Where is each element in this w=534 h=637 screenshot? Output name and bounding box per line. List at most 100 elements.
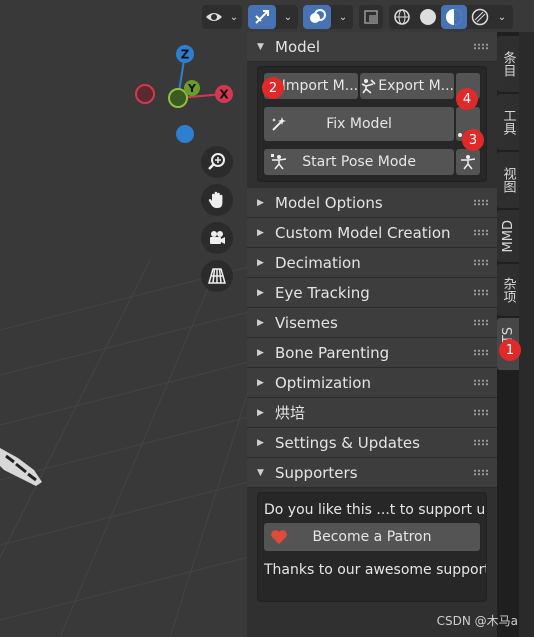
gizmo-toggle-icon[interactable] [248,5,276,29]
cats-sidebar-panel: ▼ Model Import M... Export M... Fix Mode… [247,32,497,637]
tab-misc[interactable]: 杂项 [497,264,519,316]
supporters-box: Do you like this ...t to support us? Bec… [257,492,487,602]
support-question-text: Do you like this ...t to support us? [264,502,487,518]
pose-options-button[interactable] [456,149,480,175]
export-figure-icon [360,77,378,95]
export-model-label: Export M... [378,78,455,94]
export-model-button[interactable]: Export M... [360,73,455,99]
tab-item[interactable]: 条目 [497,36,519,92]
material-shading-icon[interactable] [441,5,467,29]
collapsed-triangle-icon: ▶ [257,317,264,328]
sidebar-edge [519,32,534,637]
panel-header-section[interactable]: ▶ Decimation [247,248,497,278]
panel-header-supporters[interactable]: ▼ Supporters [247,458,497,488]
overlay-toggle-group[interactable]: ⌄ [303,5,353,29]
chevron-down-icon[interactable]: ⌄ [280,5,296,29]
svg-text:X: X [219,88,229,102]
panel-title: Settings & Updates [275,433,420,452]
collapsed-triangle-icon: ▶ [257,377,264,388]
import-model-label: Import M... [281,78,359,94]
drag-handle-icon[interactable] [473,409,489,416]
chevron-down-icon[interactable]: ⌄ [493,5,511,29]
drag-handle-icon[interactable] [473,319,489,326]
magic-wand-icon [270,115,288,133]
neg-y-axis-icon[interactable] [168,88,188,108]
panel-header-section[interactable]: ▶ Settings & Updates [247,428,497,458]
tab-mmd[interactable]: MMD [497,210,519,262]
ortho-toggle-button[interactable] [201,260,233,292]
model-fragment [0,448,42,486]
grid-perspective-icon [208,268,226,284]
panel-header-section[interactable]: ▶ Optimization [247,368,497,398]
panel-header-section[interactable]: ▶ Model Options [247,188,497,218]
panel-header-section[interactable]: ▶ Custom Model Creation [247,218,497,248]
neg-x-axis-icon[interactable] [135,84,155,104]
drag-handle-icon[interactable] [473,199,489,206]
panel-title: Custom Model Creation [275,223,451,242]
become-patron-button[interactable]: Become a Patron [264,523,480,551]
solid-shading-icon[interactable] [415,5,441,29]
camera-icon [210,231,225,244]
zoom-button[interactable] [201,146,233,178]
neg-z-axis-icon[interactable] [176,125,194,143]
collapsed-triangle-icon: ▶ [257,197,264,208]
start-pose-mode-button[interactable]: Start Pose Mode [264,149,455,175]
panel-header-section[interactable]: ▶ Bone Parenting [247,338,497,368]
panel-title: Visemes [275,313,338,332]
tab-tool[interactable]: 工具 [497,94,519,150]
svg-text:Z: Z [181,48,190,62]
drag-handle-icon[interactable] [473,349,489,356]
visibility-dropdown[interactable]: ⌄ [202,5,242,29]
xray-icon [359,5,383,29]
panel-title: 烘培 [275,404,306,422]
model-tools-box: Import M... Export M... Fix Model Start … [257,66,487,182]
drag-handle-icon[interactable] [473,259,489,266]
navigation-gizmo[interactable]: Z Y X [130,40,240,150]
panel-title: Bone Parenting [275,343,390,362]
collapsed-sections-list: ▶ Model Options ▶ Custom Model Creation ▶ Dec… [247,188,497,458]
drag-handle-icon[interactable] [473,439,489,446]
become-patron-label: Become a Patron [312,529,432,545]
expanded-triangle-icon: ▼ [257,41,264,52]
expanded-triangle-icon: ▼ [257,467,264,478]
collapsed-triangle-icon: ▶ [257,287,264,298]
rendered-shading-icon[interactable] [467,5,493,29]
camera-view-button[interactable] [201,222,233,254]
annotation-marker-2: 2 [262,77,284,99]
eye-icon [202,5,226,29]
drag-handle-icon[interactable] [473,289,489,296]
panel-title: Decimation [275,253,361,272]
start-pose-mode-label: Start Pose Mode [302,154,416,170]
overlay-toggle-icon[interactable] [303,5,331,29]
zoom-icon [208,153,225,170]
pan-button[interactable] [201,184,233,216]
heart-icon [270,528,288,546]
fix-model-label: Fix Model [326,116,392,132]
collapsed-triangle-icon: ▶ [257,407,264,418]
drag-handle-icon[interactable] [473,229,489,236]
pose-figure-icon [270,153,288,171]
hand-icon [208,191,223,208]
thanks-text: Thanks to our awesome support... [264,562,487,578]
fix-model-button[interactable]: Fix Model [264,107,455,141]
wireframe-shading-icon[interactable] [389,5,415,29]
shading-mode-group[interactable]: ⌄ [389,5,513,29]
tab-view[interactable]: 视图 [497,152,519,208]
panel-title: Optimization [275,373,371,392]
gizmo-toggle-group[interactable]: ⌄ [248,5,298,29]
collapsed-triangle-icon: ▶ [257,437,264,448]
collapsed-triangle-icon: ▶ [257,257,264,268]
panel-header-section[interactable]: ▶ Visemes [247,308,497,338]
collapsed-triangle-icon: ▶ [257,227,264,238]
xray-toggle[interactable] [359,5,383,29]
chevron-down-icon[interactable]: ⌄ [335,5,351,29]
panel-title: Model [275,37,321,56]
drag-handle-icon[interactable] [473,469,489,476]
drag-handle-icon[interactable] [473,379,489,386]
drag-handle-icon[interactable] [473,43,489,50]
collapsed-triangle-icon: ▶ [257,347,264,358]
panel-header-section[interactable]: ▶ 烘培 [247,398,497,428]
panel-header-model[interactable]: ▼ Model [247,32,497,62]
panel-header-section[interactable]: ▶ Eye Tracking [247,278,497,308]
watermark: CSDN @木马a [436,614,518,628]
